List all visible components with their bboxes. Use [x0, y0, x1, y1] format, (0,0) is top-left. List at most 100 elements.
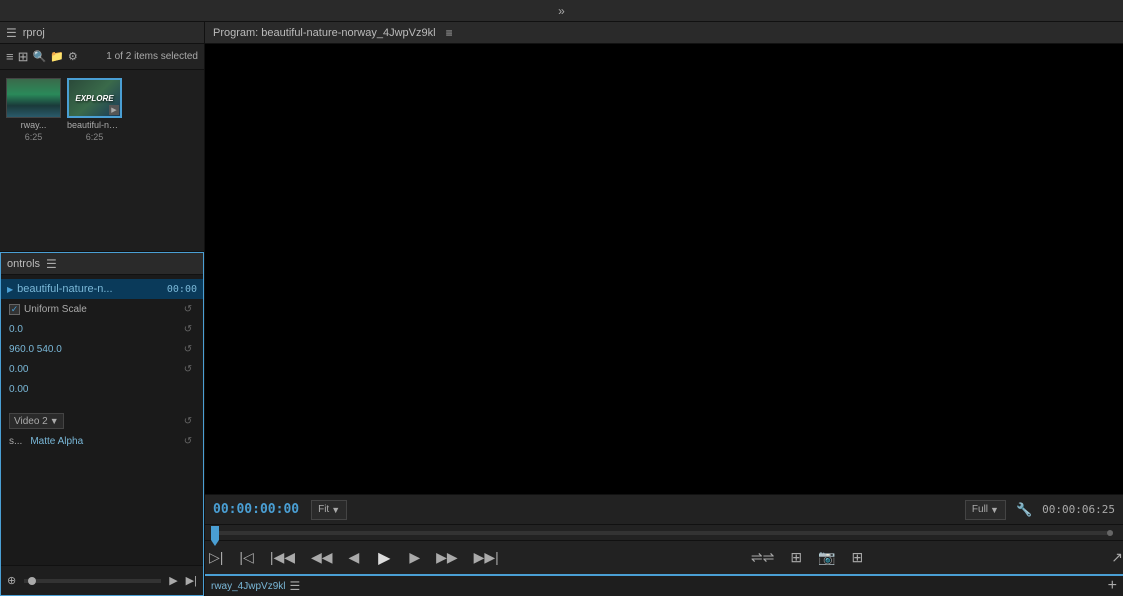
main-area: ☰ rproj ≡ ⊞ 🔍 📁 ⚙ 1 of 2 items selected … — [0, 22, 1123, 596]
quality-label: Full — [972, 504, 988, 515]
fit-chevron-icon: ▼ — [331, 505, 340, 515]
effect-timecode: 00:00 — [167, 284, 197, 295]
timecode-end-display: 00:00:06:25 — [1042, 503, 1115, 516]
reset-rotation-icon[interactable]: ↺ — [181, 362, 195, 376]
media-label-2: beautiful-nature-norwa... — [67, 120, 122, 130]
controls-nav-next-icon[interactable]: ▶ — [169, 574, 177, 587]
play-button[interactable]: ▶ — [371, 545, 397, 571]
monitor-controls-bar: 00:00:00:00 Fit ▼ Full ▼ 🔧 00:00:06:25 — [205, 494, 1123, 524]
thumb-image-1 — [7, 79, 60, 117]
effect-name: beautiful-nature-n... — [17, 283, 112, 295]
position-row: 0.0 ↺ — [1, 319, 203, 339]
explore-preview: EXPLORE — [324, 89, 1004, 449]
timecode-start-display: 00:00:00:00 — [213, 502, 299, 517]
position-value: 0.0 — [9, 324, 23, 335]
explore-mask-svg: EXPLORE — [324, 89, 1004, 449]
rotation-row: 0.00 ↺ — [1, 359, 203, 379]
add-track-button[interactable]: + — [1108, 577, 1117, 595]
uniform-scale-label: Uniform Scale — [24, 304, 94, 315]
reset-blend-icon[interactable]: ↺ — [181, 414, 195, 428]
cursor-icon: ↗ — [1111, 549, 1123, 566]
loop-button[interactable]: ⇌⇌ — [747, 547, 778, 568]
matte-row: s... Matte Alpha ↺ — [1, 431, 203, 451]
uniform-scale-checkbox[interactable] — [9, 304, 20, 315]
safe-margins-button[interactable]: ⊞ — [786, 547, 806, 568]
monitor-header: Program: beautiful-nature-norway_4JwpVz9… — [205, 22, 1123, 44]
settings-icon[interactable]: ⚙ — [68, 50, 78, 63]
dropdown-chevron-icon: ▼ — [50, 416, 59, 426]
controls-nav-bar: ⊕ ▶ ▶| — [1, 565, 203, 595]
quality-dropdown[interactable]: Full ▼ — [965, 500, 1006, 520]
list-item[interactable]: EXPLORE ▶ beautiful-nature-norwa... 6:25 — [67, 78, 122, 142]
hamburger-icon[interactable]: ☰ — [6, 26, 17, 40]
fit-dropdown[interactable]: Fit ▼ — [311, 500, 347, 520]
project-panel-title: rproj — [23, 27, 45, 39]
multi-cam-button[interactable]: ⊞ — [848, 547, 868, 568]
controls-nav-prev-icon[interactable]: ⊕ — [7, 574, 16, 587]
matte-blend-value: Matte Alpha — [30, 436, 83, 447]
reset-scale-icon[interactable]: ↺ — [181, 342, 195, 356]
media-thumbnail-2[interactable]: EXPLORE ▶ — [67, 78, 122, 118]
monitor-canvas: EXPLORE — [205, 44, 1123, 494]
scrubber-track — [215, 531, 1113, 535]
media-grid: rway... 6:25 EXPLORE ▶ beautiful-nature-… — [0, 70, 204, 150]
controls-panel: ontrols ☰ ▶ beautiful-nature-n... 00:00 … — [0, 252, 204, 596]
timeline-scrubber[interactable] — [205, 524, 1123, 540]
scale-row: 960.0 540.0 ↺ — [1, 339, 203, 359]
monitor-menu-icon[interactable]: ≡ — [446, 26, 453, 40]
bottom-timeline: rway_4JwpVz9kl ☰ + — [205, 574, 1123, 596]
timeline-label: rway_4JwpVz9kl — [211, 581, 285, 592]
effect-triangle-icon: ▶ — [7, 285, 13, 294]
media-thumbnail-1[interactable] — [6, 78, 61, 118]
selected-count: 1 of 2 items selected — [106, 51, 198, 62]
grid-view-icon[interactable]: ⊞ — [18, 49, 29, 65]
scale-values: 960.0 540.0 — [9, 344, 62, 355]
scrubber-end-dot — [1107, 530, 1113, 536]
search-icon[interactable]: 🔍 — [33, 50, 47, 63]
timeline-menu-icon[interactable]: ☰ — [289, 579, 300, 593]
export-frame-button[interactable]: 📷 — [814, 547, 839, 568]
top-bar-chevron: » — [558, 4, 565, 18]
controls-nav-end-icon[interactable]: ▶| — [186, 574, 197, 587]
controls-header: ontrols ☰ — [1, 253, 203, 275]
matte-blend-label: s... — [9, 436, 22, 447]
step-fwd-button[interactable]: ▶▶ — [432, 547, 462, 568]
reset-position-icon[interactable]: ↺ — [181, 322, 195, 336]
wrench-icon[interactable]: 🔧 — [1016, 502, 1032, 518]
mark-out-button[interactable]: |◁ — [235, 547, 257, 568]
playback-controls: ▷| |◁ |◀◀ ◀◀ ◀ ▶ ▶ ▶▶ ▶▶| ⇌⇌ ⊞ 📷 ⊞ ↗ — [205, 540, 1123, 574]
uniform-scale-row: Uniform Scale ↺ — [1, 299, 203, 319]
step-back-button[interactable]: ◀◀ — [307, 547, 337, 568]
left-panel: ☰ rproj ≡ ⊞ 🔍 📁 ⚙ 1 of 2 items selected … — [0, 22, 205, 596]
controls-body: ▶ beautiful-nature-n... 00:00 Uniform Sc… — [1, 275, 203, 565]
media-duration-2: 6:25 — [86, 132, 104, 142]
effect-item[interactable]: ▶ beautiful-nature-n... 00:00 — [1, 279, 203, 299]
list-view-icon[interactable]: ≡ — [6, 49, 14, 64]
controls-label: ontrols — [7, 258, 40, 270]
next-frame-button[interactable]: ▶ — [405, 547, 424, 568]
panel-toolbar: ≡ ⊞ 🔍 📁 ⚙ 1 of 2 items selected — [0, 44, 204, 70]
blend-row: Video 2 ▼ ↺ — [1, 411, 203, 431]
media-label-1: rway... — [21, 120, 47, 130]
add-icon: + — [1108, 577, 1117, 594]
reset-matte-icon[interactable]: ↺ — [181, 434, 195, 448]
video-track-label: Video 2 — [14, 416, 48, 427]
video-track-dropdown[interactable]: Video 2 ▼ — [9, 413, 64, 429]
thumb-badge: ▶ — [109, 105, 119, 115]
prev-frame-button[interactable]: ◀ — [345, 547, 364, 568]
program-monitor: Program: beautiful-nature-norway_4JwpVz9… — [205, 22, 1123, 596]
project-panel-header: ☰ rproj — [0, 22, 204, 44]
go-to-in-button[interactable]: |◀◀ — [266, 547, 299, 568]
list-item[interactable]: rway... 6:25 — [6, 78, 61, 142]
mark-in-button[interactable]: ▷| — [205, 547, 227, 568]
quality-chevron-icon: ▼ — [990, 505, 999, 515]
go-to-out-button[interactable]: ▶▶| — [470, 547, 503, 568]
controls-hamburger-icon[interactable]: ☰ — [46, 257, 57, 271]
media-duration-1: 6:25 — [25, 132, 43, 142]
reset-uniform-scale-icon[interactable]: ↺ — [181, 302, 195, 316]
anchor-row: 0.00 — [1, 379, 203, 399]
anchor-value: 0.00 — [9, 384, 28, 395]
folder-icon[interactable]: 📁 — [50, 50, 64, 63]
scrubber-head[interactable] — [211, 526, 219, 540]
project-panel: ☰ rproj ≡ ⊞ 🔍 📁 ⚙ 1 of 2 items selected … — [0, 22, 204, 252]
